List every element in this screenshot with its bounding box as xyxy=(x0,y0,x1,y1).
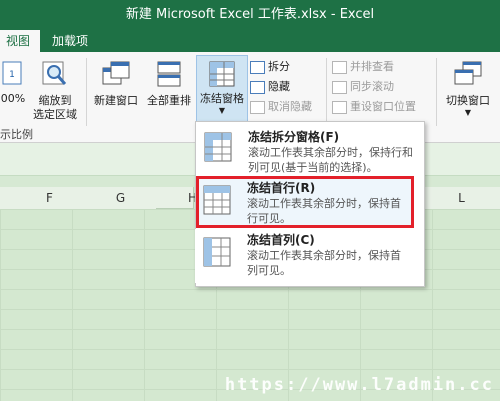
new-window-label: 新建窗口 xyxy=(94,94,138,107)
zoom-selection-icon xyxy=(42,61,67,85)
hide-icon xyxy=(250,80,265,94)
group-separator xyxy=(86,58,87,126)
reset-window-button[interactable]: 重设窗口位置 xyxy=(332,98,416,116)
unhide-label: 取消隐藏 xyxy=(268,100,312,113)
zoom-100-button[interactable]: 1 00% xyxy=(0,56,26,106)
hide-button[interactable]: 隐藏 xyxy=(250,78,290,96)
new-window-icon xyxy=(102,61,130,85)
freeze-panes-button[interactable]: 冻结窗格 ▼ xyxy=(196,55,248,123)
tab-view[interactable]: 视图 xyxy=(0,30,41,52)
zoom-100-icon: 1 xyxy=(2,61,22,85)
zoom-100-label: 00% xyxy=(0,92,26,105)
unhide-icon xyxy=(250,100,265,114)
split-button[interactable]: 拆分 xyxy=(250,58,290,76)
group-separator xyxy=(326,58,327,126)
switch-windows-label: 切换窗口 xyxy=(446,94,490,107)
column-header-g[interactable]: G xyxy=(85,187,157,210)
sync-scroll-icon xyxy=(332,80,347,94)
menu-item-freeze-top-row[interactable]: 冻结首行(R) 滚动工作表其余部分时，保持首行可见。 xyxy=(195,175,423,229)
split-icon xyxy=(250,60,265,74)
svg-text:1: 1 xyxy=(9,70,15,80)
switch-windows-icon xyxy=(454,61,482,85)
column-header-l[interactable]: L xyxy=(423,187,500,210)
menu-item-description: 滚动工作表其余部分时，保持首列可见。 xyxy=(247,249,401,277)
menu-item-title: 冻结首行(R) xyxy=(247,181,316,195)
reset-window-icon xyxy=(332,100,347,114)
arrange-all-button[interactable]: 全部重排 xyxy=(143,56,195,108)
freeze-panes-label: 冻结窗格 xyxy=(200,92,244,105)
new-window-button[interactable]: 新建窗口 xyxy=(90,56,142,108)
sync-scroll-button[interactable]: 同步滚动 xyxy=(332,78,394,96)
zoom-to-selection-button[interactable]: 缩放到 选定区域 xyxy=(30,56,80,122)
menu-item-description: 滚动工作表其余部分时，保持首行可见。 xyxy=(247,197,401,225)
split-label: 拆分 xyxy=(268,60,290,73)
title-bar: 新建 Microsoft Excel 工作表.xlsx - Excel xyxy=(0,0,500,30)
freeze-top-row-icon xyxy=(203,185,231,215)
chevron-down-icon: ▼ xyxy=(464,108,472,117)
column-header-corner xyxy=(0,187,15,210)
ribbon-tabs: 视图 加载项 xyxy=(0,30,500,52)
side-by-side-icon xyxy=(332,60,347,74)
view-side-by-side-label: 并排查看 xyxy=(350,60,394,73)
menu-item-description: 滚动工作表其余部分时，保持行和列可见(基于当前的选择)。 xyxy=(248,146,413,174)
zoom-group-label: 示比例 xyxy=(0,128,33,141)
watermark-text: https://www.l7admin.cc xyxy=(224,375,494,395)
menu-item-title: 冻结拆分窗格(F) xyxy=(248,130,340,144)
menu-item-title: 冻结首列(C) xyxy=(247,233,315,247)
menu-item-freeze-panes[interactable]: 冻结拆分窗格(F) 滚动工作表其余部分时，保持行和列可见(基于当前的选择)。 xyxy=(196,124,424,178)
chevron-down-icon: ▼ xyxy=(218,106,226,115)
zoom-selection-label-1: 缩放到 xyxy=(38,94,72,107)
reset-window-label: 重设窗口位置 xyxy=(350,100,416,113)
group-separator xyxy=(436,58,437,126)
zoom-selection-label-2: 选定区域 xyxy=(33,108,77,121)
freeze-panes-icon xyxy=(209,61,235,87)
tab-addins[interactable]: 加载项 xyxy=(52,30,88,52)
switch-windows-button[interactable]: 切换窗口 ▼ xyxy=(440,56,496,118)
menu-item-freeze-first-column[interactable]: 冻结首列(C) 滚动工作表其余部分时，保持首列可见。 xyxy=(195,229,423,283)
column-header-h[interactable]: H xyxy=(156,187,197,209)
window-title: 新建 Microsoft Excel 工作表.xlsx - Excel xyxy=(125,7,375,22)
sync-scroll-label: 同步滚动 xyxy=(350,80,394,93)
unhide-button[interactable]: 取消隐藏 xyxy=(250,98,312,116)
arrange-all-label: 全部重排 xyxy=(147,94,191,107)
freeze-first-column-icon xyxy=(203,237,231,267)
hide-label: 隐藏 xyxy=(268,80,290,93)
column-header-f[interactable]: F xyxy=(14,187,86,210)
arrange-all-icon xyxy=(157,61,181,87)
freeze-panes-icon xyxy=(204,132,232,162)
view-side-by-side-button[interactable]: 并排查看 xyxy=(332,58,394,76)
